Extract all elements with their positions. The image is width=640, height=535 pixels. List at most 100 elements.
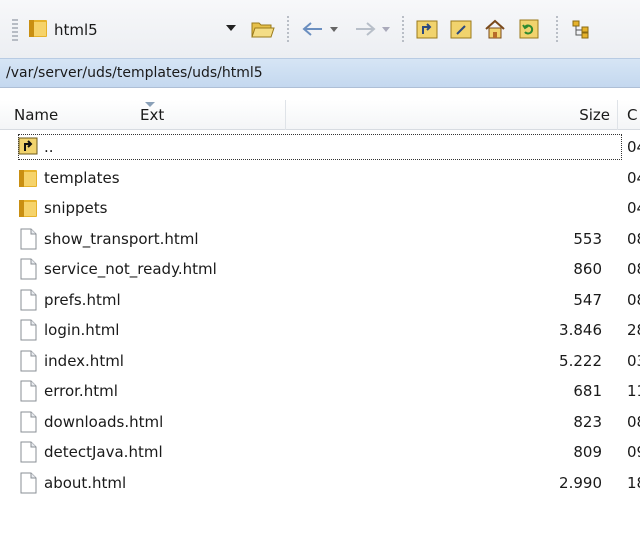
file-icon (18, 289, 38, 311)
file-name: snippets (44, 199, 108, 217)
forward-arrow-icon (356, 22, 376, 36)
file-row[interactable]: error.html 681 11 (0, 376, 640, 407)
parent-directory-button[interactable] (412, 14, 442, 44)
file-size: 823 (573, 412, 602, 431)
file-name-cell[interactable]: snippets (18, 195, 622, 221)
toolbar-separator (287, 16, 289, 42)
file-row[interactable]: downloads.html 823 08 (0, 407, 640, 438)
file-name: about.html (44, 473, 127, 492)
file-name: prefs.html (44, 290, 121, 309)
column-divider[interactable] (285, 100, 286, 130)
file-name: downloads.html (44, 412, 164, 431)
open-directory-button[interactable] (246, 14, 280, 44)
file-changed-date: 11 (627, 382, 640, 400)
file-name: templates (44, 168, 120, 187)
file-name-cell[interactable]: index.html (18, 348, 622, 374)
toolbar-grip (12, 19, 18, 41)
current-path-bar[interactable]: /var/server/uds/templates/uds/html5 (0, 58, 640, 88)
file-size: 547 (573, 290, 602, 309)
file-size: 860 (573, 260, 602, 278)
back-arrow-icon (302, 22, 322, 36)
file-row[interactable]: about.html 2.990 18 (0, 468, 640, 499)
file-name-cell[interactable]: service_not_ready.html (18, 256, 622, 282)
current-path: /var/server/uds/templates/uds/html5 (6, 65, 263, 81)
column-header-changed[interactable]: C (627, 100, 640, 130)
file-icon (18, 472, 38, 494)
refresh-button[interactable] (514, 14, 544, 44)
root-directory-button[interactable] (446, 14, 476, 44)
file-changed-date: 08 (627, 229, 640, 248)
folder-row[interactable]: templates 04 (0, 163, 640, 194)
home-icon (485, 19, 505, 39)
file-row[interactable]: show_transport.html 553 08 (0, 224, 640, 255)
file-name-cell[interactable]: login.html (18, 317, 622, 343)
open-folder-icon (251, 22, 275, 38)
column-header: Name Ext Size C (0, 100, 640, 130)
file-changed-date: 08 (627, 290, 640, 309)
folder-icon (18, 197, 38, 219)
file-row[interactable]: index.html 5.222 03 (0, 346, 640, 377)
file-icon (18, 228, 38, 250)
refresh-icon (519, 19, 539, 39)
file-icon (18, 441, 38, 463)
chevron-down-icon[interactable] (330, 26, 338, 32)
file-row[interactable]: login.html 3.846 28 (0, 315, 640, 346)
file-size: 3.846 (559, 321, 602, 339)
chevron-down-icon[interactable] (226, 25, 236, 31)
file-name: show_transport.html (44, 229, 199, 248)
location-combo[interactable]: html5 (12, 16, 236, 44)
file-changed-date: 04 (627, 199, 640, 217)
file-name-cell[interactable]: detectJava.html (18, 439, 622, 465)
file-size: 5.222 (559, 351, 602, 370)
toolbar: html5 (0, 0, 640, 58)
file-list: .. 04 templates 04 snippets 04 show_transport.… (0, 132, 640, 535)
file-row[interactable]: prefs.html 547 08 (0, 285, 640, 316)
file-size: 2.990 (559, 473, 602, 492)
file-changed-date: 04 (627, 138, 640, 156)
file-changed-date: 18 (627, 473, 640, 492)
forward-button[interactable] (350, 14, 394, 44)
file-name-cell[interactable]: prefs.html (18, 287, 622, 313)
column-divider[interactable] (617, 100, 618, 130)
chevron-down-icon[interactable] (382, 26, 390, 32)
file-changed-date: 08 (627, 260, 640, 278)
toolbar-separator (556, 16, 558, 42)
column-header-name-label: Name (14, 106, 59, 124)
file-changed-date: 28 (627, 321, 640, 339)
file-row[interactable]: service_not_ready.html 860 08 (0, 254, 640, 285)
parent-directory-icon (18, 136, 38, 158)
file-icon (18, 380, 38, 402)
directory-tree-icon (572, 20, 589, 39)
file-changed-date: 03 (627, 351, 640, 370)
location-combo-value: html5 (54, 21, 98, 39)
file-name: service_not_ready.html (44, 260, 217, 278)
file-size: 553 (573, 229, 602, 248)
file-icon (18, 350, 38, 372)
file-name-cell[interactable]: .. (18, 134, 622, 160)
file-name: login.html (44, 321, 120, 339)
back-button[interactable] (298, 14, 342, 44)
file-name: error.html (44, 382, 118, 400)
file-name: .. (44, 138, 54, 156)
file-name-cell[interactable]: about.html (18, 470, 622, 496)
parent-directory-row[interactable]: .. 04 (0, 132, 640, 163)
file-name-cell[interactable]: templates (18, 165, 622, 191)
column-header-name[interactable]: Name (14, 100, 114, 130)
file-icon (18, 258, 38, 280)
directory-tree-button[interactable] (566, 14, 596, 44)
file-icon (18, 319, 38, 341)
file-name-cell[interactable]: downloads.html (18, 409, 622, 435)
home-directory-button[interactable] (480, 14, 510, 44)
folder-row[interactable]: snippets 04 (0, 193, 640, 224)
file-name: detectJava.html (44, 443, 163, 461)
file-name-cell[interactable]: show_transport.html (18, 226, 622, 252)
folder-icon (28, 17, 48, 43)
file-changed-date: 04 (627, 168, 640, 187)
column-header-changed-label: C (627, 106, 638, 124)
file-name-cell[interactable]: error.html (18, 378, 622, 404)
column-header-ext-label: Ext (140, 106, 165, 124)
column-header-size[interactable]: Size (560, 100, 610, 130)
file-row[interactable]: detectJava.html 809 09 (0, 437, 640, 468)
column-header-ext[interactable]: Ext (140, 100, 280, 130)
file-changed-date: 09 (627, 443, 640, 461)
